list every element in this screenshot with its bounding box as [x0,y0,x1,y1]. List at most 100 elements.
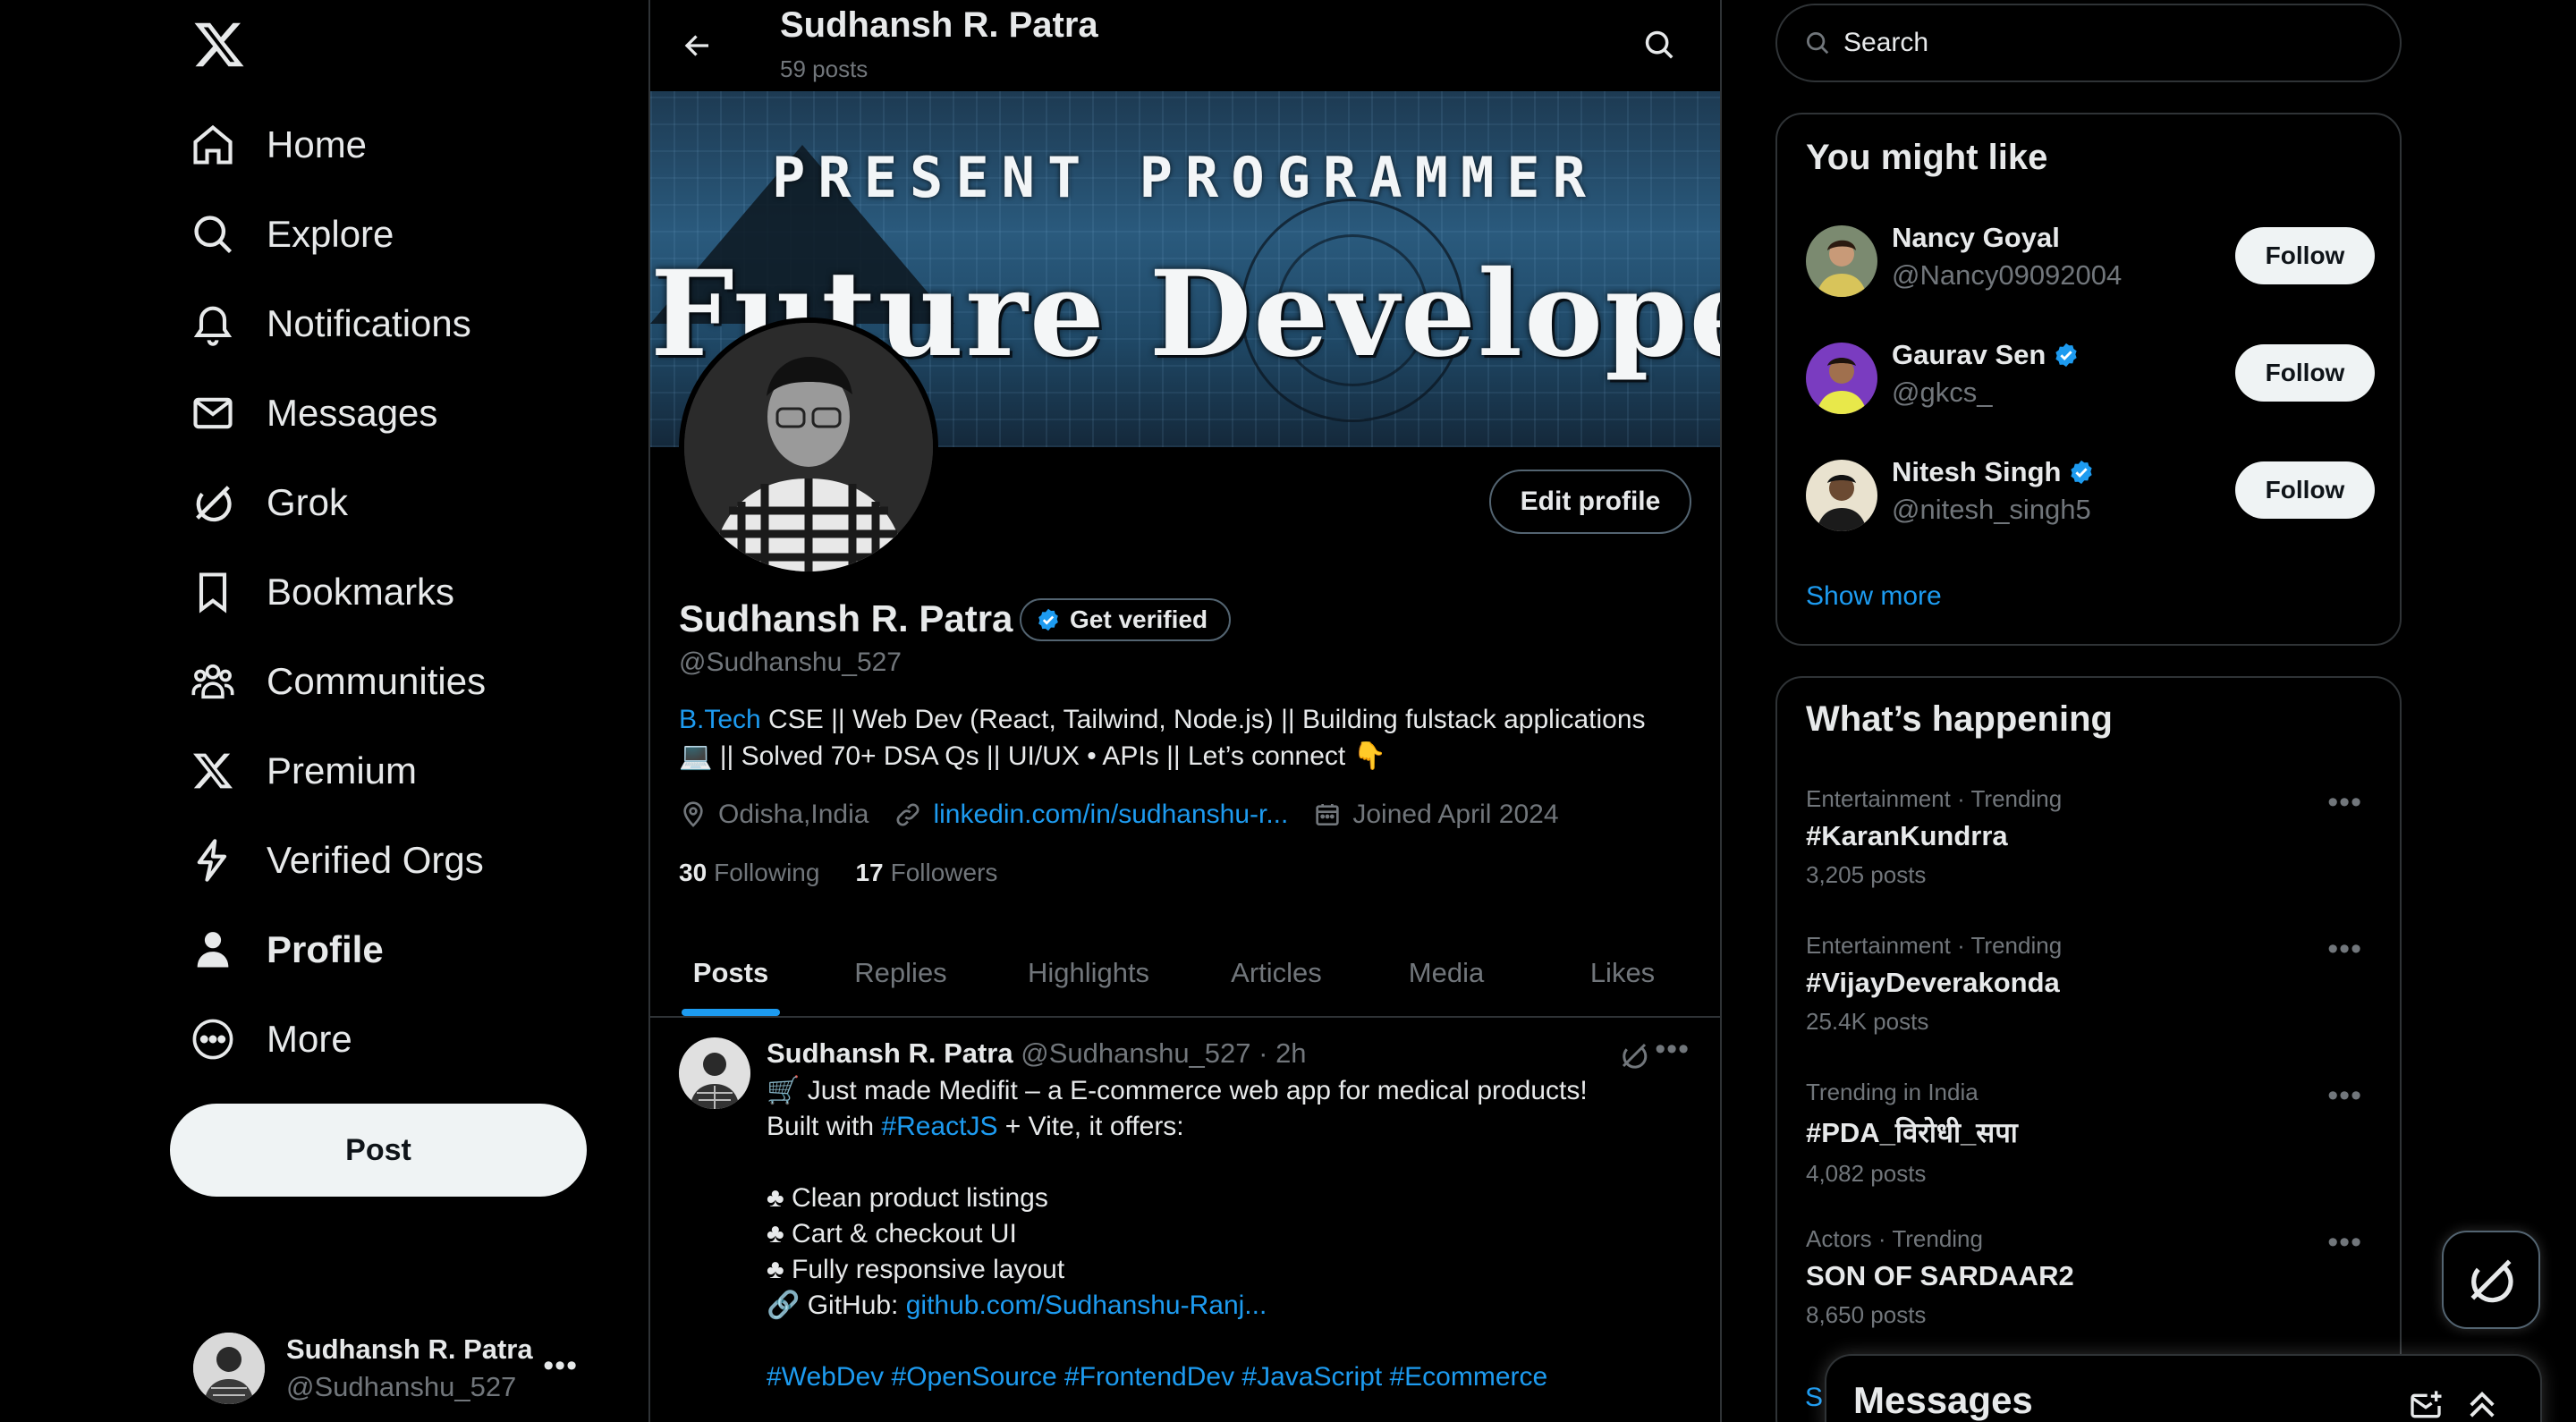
tweet-author-meta: @Sudhanshu_527 · 2h [1013,1037,1307,1069]
suggested-user[interactable]: Nitesh Singh @nitesh_singh5 Follow [1806,456,2375,531]
show-more-link[interactable]: Show more [1806,581,1942,612]
tab-replies[interactable]: Replies [811,930,990,1016]
verified-badge-icon [2046,342,2080,368]
trend-item[interactable]: Entertainment · Trending #VijayDeverakon… [1806,932,2375,1066]
nav-label: Premium [267,749,418,791]
user-name: Gaurav Sen [1892,339,2080,371]
account-name: Sudhansh R. Patra [286,1333,533,1365]
nav-verified-orgs[interactable]: Verified Orgs [190,825,484,896]
trend-item[interactable]: Actors · Trending SON OF SARDAAR2 8,650 … [1806,1225,2375,1359]
nav-messages[interactable]: Messages [190,377,437,449]
trends-card: What’s happening Entertainment · Trendin… [1775,676,2402,1422]
nav-communities[interactable]: Communities [190,646,486,717]
profile-website-link[interactable]: linkedin.com/in/sudhanshu-r... [933,800,1288,830]
nav-premium[interactable]: Premium [190,735,417,807]
followers-count: 17 [855,859,884,886]
communities-icon [190,658,236,705]
new-message-icon[interactable] [2408,1388,2444,1422]
ellipsis-icon[interactable]: ••• [1655,1032,1690,1067]
nav-profile[interactable]: Profile [190,914,384,986]
messages-drawer[interactable]: Messages [1825,1354,2542,1422]
nav-label: More [267,1018,352,1060]
tweet-text: 🛒 Just made Medifit – a E-commerce web a… [767,1073,1688,1395]
nav-explore[interactable]: Explore [190,199,394,270]
suggested-user[interactable]: Nancy Goyal @Nancy09092004 Follow [1806,222,2375,297]
tab-posts[interactable]: Posts [650,930,811,1016]
nav-notifications[interactable]: Notifications [190,288,471,360]
tweet-text-span: Built with [767,1112,882,1141]
tab-media[interactable]: Media [1366,930,1527,1016]
grok-icon[interactable] [1618,1039,1650,1071]
tweet[interactable]: Sudhansh R. Patra @Sudhanshu_527 · 2h ••… [650,1020,1720,1422]
get-verified-button[interactable]: Get verified [1020,598,1232,641]
profile-header-bar: Sudhansh R. Patra 59 posts [650,0,1720,91]
account-switcher[interactable]: Sudhansh R. Patra @Sudhanshu_527 ••• [193,1331,614,1406]
ellipsis-icon[interactable]: ••• [2327,785,2362,820]
post-button[interactable]: Post [170,1104,587,1197]
x-logo-icon[interactable] [192,18,246,72]
follow-button[interactable]: Follow [2235,227,2375,284]
trend-item[interactable]: Trending in India #PDA_विरोधी_सपा 4,082 … [1806,1079,2375,1213]
person-icon [190,927,236,973]
nav-label: Profile [267,928,384,970]
back-button[interactable] [675,23,720,68]
messages-drawer-title: Messages [1853,1379,2033,1421]
bookmark-icon [190,569,236,615]
grok-floating-button[interactable] [2442,1231,2540,1329]
edit-profile-button[interactable]: Edit profile [1489,470,1691,534]
left-sidebar: Home Explore Notifications Messages Grok… [170,0,617,1422]
calendar-icon [1313,800,1352,829]
github-link[interactable]: github.com/Sudhanshu-Ranj... [906,1291,1267,1320]
follow-button[interactable]: Follow [2235,461,2375,519]
nav-label: Notifications [267,302,471,344]
trend-count: 3,205 posts [1806,861,1927,888]
hashtag-link[interactable]: #ReactJS [881,1112,997,1141]
grok-icon [190,479,236,526]
ellipsis-icon[interactable]: ••• [2327,1079,2362,1113]
search-input[interactable] [1843,28,2344,58]
follow-button[interactable]: Follow [2235,344,2375,402]
link-icon [894,800,933,829]
avatar[interactable] [679,1037,750,1109]
trends-title: What’s happening [1806,699,2113,739]
double-chevron-up-icon[interactable] [2463,1386,2501,1422]
nav-more[interactable]: More [190,1003,352,1075]
profile-search-button[interactable] [1638,23,1681,66]
search-icon [190,211,236,258]
banner-line-1: PRESENT PROGRAMMER [772,145,1598,210]
tab-highlights[interactable]: Highlights [990,930,1187,1016]
user-handle: @nitesh_singh5 [1892,494,2091,525]
tweet-author-name[interactable]: Sudhansh R. Patra [767,1037,1013,1069]
trend-context: Trending in India [1806,1079,1979,1105]
nav-label: Grok [267,481,349,523]
who-to-follow-card: You might like Nancy Goyal @Nancy0909200… [1775,113,2402,646]
tab-articles[interactable]: Articles [1187,930,1366,1016]
bio-link[interactable]: B.Tech [679,705,761,734]
tweet-bullet: ♣ Cart & checkout UI [767,1219,1017,1248]
trend-count: 25.4K posts [1806,1008,1929,1035]
profile-column: Sudhansh R. Patra 59 posts PRESENT PROGR… [648,0,1722,1422]
following-link[interactable]: 30 Following [679,859,819,887]
account-handle: @Sudhanshu_527 [286,1371,517,1402]
tweet-line: 🛒 Just made Medifit – a E-commerce web a… [767,1076,1588,1105]
trend-item[interactable]: Entertainment · Trending #KaranKundrra 3… [1806,785,2375,919]
profile-bio: B.Tech CSE || Web Dev (React, Tailwind, … [679,701,1690,774]
verified-badge-icon [2061,459,2095,486]
trend-count: 4,082 posts [1806,1160,1927,1187]
ellipsis-icon[interactable]: ••• [2327,1225,2362,1260]
ellipsis-icon: ••• [543,1349,578,1383]
profile-avatar[interactable] [679,317,938,577]
nav-home[interactable]: Home [190,109,367,181]
tab-likes[interactable]: Likes [1527,930,1718,1016]
nav-bookmarks[interactable]: Bookmarks [190,556,454,628]
header-name: Sudhansh R. Patra [780,5,1098,45]
profile-joined-date: Joined April 2024 [1352,800,1559,829]
ellipsis-icon[interactable]: ••• [2327,932,2362,967]
nav-grok[interactable]: Grok [190,467,348,538]
grok-icon [2463,1252,2519,1308]
show-more-peek[interactable]: S [1805,1383,1823,1413]
search-bar[interactable] [1775,4,2402,82]
tweet-hashtags[interactable]: #WebDev #OpenSource #FrontendDev #JavaSc… [767,1359,1688,1395]
suggested-user[interactable]: Gaurav Sen @gkcs_ Follow [1806,339,2375,414]
followers-link[interactable]: 17 Followers [855,859,997,887]
